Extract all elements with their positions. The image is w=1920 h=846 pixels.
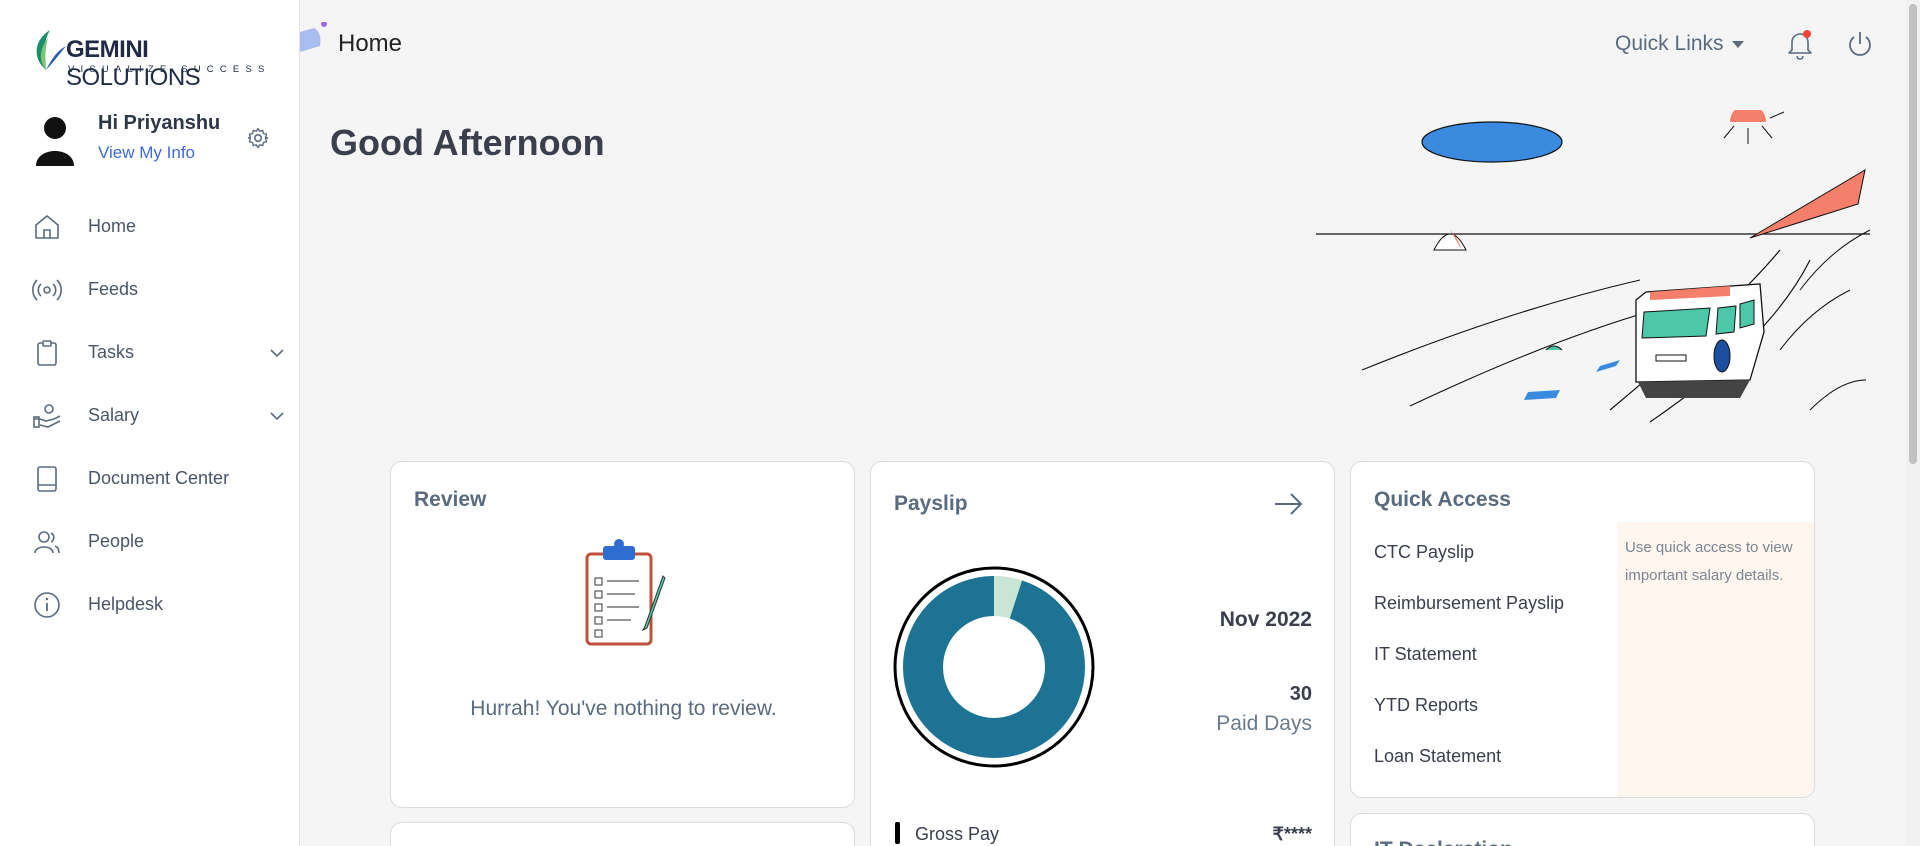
company-logo[interactable]: GEMINI SOLUTIONS VISUALIZE SUCCESS (28, 26, 272, 91)
sidebar: GEMINI SOLUTIONS VISUALIZE SUCCESS Hi Pr… (0, 0, 300, 846)
sidebar-nav: Home Feeds Tasks Salary Document Center … (0, 196, 300, 637)
hand-coin-icon (33, 404, 61, 428)
sidebar-item-label: Feeds (88, 279, 139, 299)
clipboard-illustration-icon (585, 539, 666, 646)
decorative-blob-icon (300, 22, 327, 52)
gross-pay-label: Gross Pay (915, 824, 1000, 844)
chevron-down-icon (270, 349, 284, 358)
quick-links-label: Quick Links (1615, 32, 1724, 55)
review-empty-message: Hurrah! You've nothing to review. (470, 697, 777, 720)
greeting-heading: Good Afternoon (330, 122, 605, 163)
payslip-card: Payslip Nov 2022 30 Paid Days Gross Pay … (870, 461, 1335, 846)
quick-links-dropdown[interactable]: Quick Links (1615, 32, 1744, 56)
user-profile: Hi Priyanshu View My Info (34, 112, 274, 168)
paid-days-value: 30 (1289, 683, 1312, 705)
page-title: Home (338, 30, 403, 57)
review-card: Review Hurrah! You've nothing to review. (390, 461, 855, 808)
sidebar-item-label: Document Center (88, 468, 230, 488)
sidebar-item-label: Helpdesk (88, 594, 164, 614)
quick-access-title: Quick Access (1374, 488, 1511, 511)
quick-access-reimbursement-payslip[interactable]: Reimbursement Payslip (1374, 593, 1564, 644)
gross-pay-legend-swatch (895, 822, 900, 844)
payslip-donut-chart (893, 566, 1095, 768)
sidebar-item-document-center[interactable]: Document Center (0, 448, 300, 511)
caret-down-icon (1731, 40, 1744, 48)
gear-icon[interactable] (246, 126, 270, 150)
chevron-down-icon (270, 412, 284, 421)
quick-access-list: CTC Payslip Reimbursement Payslip IT Sta… (1374, 542, 1564, 797)
sidebar-item-tasks[interactable]: Tasks (0, 322, 300, 385)
sidebar-item-label: Salary (88, 405, 140, 425)
scrollbar-thumb[interactable] (1909, 4, 1917, 464)
leaf-logo-icon (36, 30, 66, 70)
it-declaration-card: IT Declaration (1350, 813, 1815, 846)
home-icon (35, 215, 59, 239)
power-icon[interactable] (1845, 28, 1875, 60)
bell-icon[interactable] (1786, 28, 1814, 60)
sidebar-item-feeds[interactable]: Feeds (0, 259, 300, 322)
logo-tagline: VISUALIZE SUCCESS (68, 64, 271, 75)
card-partial-left (390, 822, 855, 846)
view-my-info-link[interactable]: View My Info (98, 143, 195, 163)
sidebar-item-salary[interactable]: Salary (0, 385, 300, 448)
quick-access-loan-statement[interactable]: Loan Statement (1374, 746, 1564, 797)
info-icon (34, 592, 60, 618)
quick-access-it-statement[interactable]: IT Statement (1374, 644, 1564, 695)
sidebar-item-helpdesk[interactable]: Helpdesk (0, 574, 300, 637)
road-trip-illustration (1316, 110, 1871, 423)
avatar (36, 117, 74, 166)
top-bar: Home Quick Links (300, 0, 1920, 90)
broadcast-icon (32, 279, 62, 301)
quick-access-card: Quick Access CTC Payslip Reimbursement P… (1350, 461, 1815, 798)
it-declaration-title: IT Declaration (1374, 838, 1513, 846)
quick-access-ytd-reports[interactable]: YTD Reports (1374, 695, 1564, 746)
payslip-title: Payslip (894, 492, 968, 515)
review-title: Review (414, 488, 487, 511)
book-icon (37, 466, 57, 492)
sidebar-item-people[interactable]: People (0, 511, 300, 574)
sidebar-item-home[interactable]: Home (0, 196, 300, 259)
arrow-right-icon[interactable] (1271, 490, 1305, 518)
sidebar-item-label: Home (88, 216, 137, 236)
paid-days-label: Paid Days (1216, 712, 1312, 735)
sidebar-item-label: People (88, 531, 145, 551)
gross-pay-value: ₹**** (1272, 824, 1312, 844)
clipboard-icon (37, 340, 57, 366)
van-icon (1635, 283, 1765, 398)
payslip-month: Nov 2022 (1219, 608, 1312, 631)
sidebar-item-label: Tasks (88, 342, 135, 362)
user-greeting: Hi Priyanshu (98, 112, 221, 134)
quick-access-hint: Use quick access to view important salar… (1617, 522, 1814, 797)
page-scrollbar[interactable] (1906, 0, 1920, 846)
quick-access-ctc-payslip[interactable]: CTC Payslip (1374, 542, 1564, 593)
people-icon (34, 531, 60, 554)
